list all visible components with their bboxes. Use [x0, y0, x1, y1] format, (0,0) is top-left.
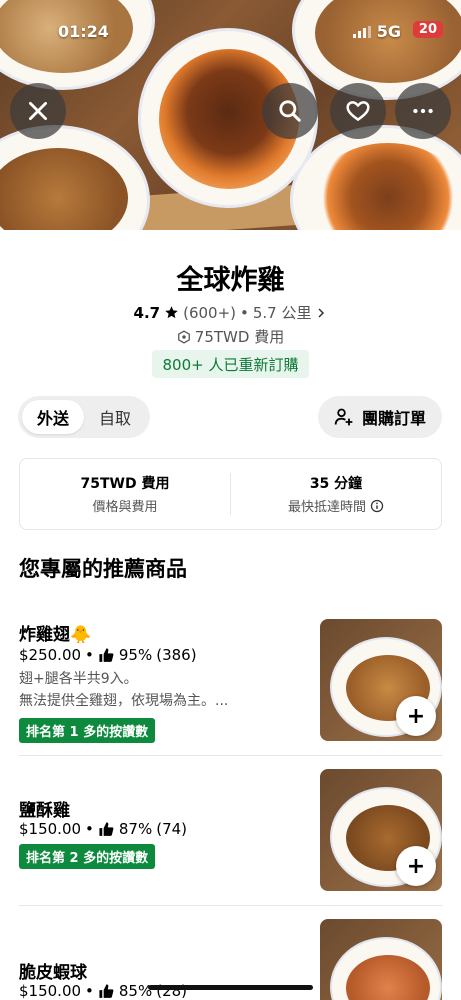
add-to-cart-button[interactable]: +	[396, 696, 436, 736]
food-plate	[292, 0, 461, 100]
network-type: 5G	[376, 22, 401, 41]
item-image	[320, 919, 442, 1000]
store-fee: 75TWD 費用	[0, 326, 461, 347]
reorder-badge: 800+ 人已重新訂購	[152, 350, 309, 378]
dot-separator: •	[85, 646, 94, 664]
item-price: $150.00	[19, 820, 82, 838]
dot-separator: •	[85, 820, 94, 838]
food-plate	[0, 125, 150, 230]
item-description-line: 無法提供全雞翅，依現場為主。...	[19, 693, 229, 709]
dot-separator: •	[85, 982, 94, 1000]
item-approval: 87%	[118, 820, 153, 838]
time-info-label: 最快抵達時間	[287, 500, 366, 515]
menu-item[interactable]: 鹽酥雞 $150.00 • 87% (74) 排名第 2 多的按讚數 +	[0, 768, 461, 904]
item-approval: 85%	[118, 982, 153, 1000]
fee-text: 75TWD 費用	[194, 328, 285, 346]
distance: 5.7 公里	[252, 304, 312, 322]
item-approval: 95%	[118, 646, 153, 664]
home-indicator[interactable]	[148, 985, 313, 990]
item-name: 炸雞翅🐥	[19, 625, 92, 645]
search-button[interactable]	[262, 83, 318, 139]
store-meta[interactable]: 4.7 (600+) • 5.7 公里	[0, 302, 461, 323]
mode-pickup[interactable]: 自取	[84, 400, 146, 434]
rating-value: 4.7	[133, 303, 161, 322]
item-price-row: $150.00 • 87% (74)	[19, 820, 187, 838]
item-price: $250.00	[19, 646, 82, 664]
thumbs-up-icon	[99, 821, 114, 836]
search-icon	[279, 100, 301, 122]
heart-icon	[346, 101, 370, 121]
info-icon	[370, 499, 384, 512]
item-description-line: 翅+腿各半共9入。	[19, 671, 138, 687]
add-to-cart-button[interactable]: +	[396, 846, 436, 886]
food-plate	[0, 0, 155, 90]
time-info-cell[interactable]: 35 分鐘 最快抵達時間	[230, 473, 441, 515]
fee-info-cell[interactable]: 75TWD 費用 價格與費用	[20, 459, 230, 529]
favorite-button[interactable]	[330, 83, 386, 139]
hero-image: 01:24 5G 20	[0, 0, 461, 230]
group-order-button[interactable]: 團購訂單	[317, 396, 442, 438]
item-name: 鹽酥雞	[19, 801, 70, 821]
star-icon	[165, 306, 178, 319]
thumbs-up-icon	[99, 983, 114, 998]
status-time: 01:24	[58, 22, 109, 41]
menu-item[interactable]: 炸雞翅🐥 $250.00 • 95% (386) 翅+腿各半共9入。 無法提供全…	[0, 618, 461, 754]
thumbs-up-icon	[99, 647, 114, 662]
add-person-icon	[334, 408, 353, 426]
close-icon	[29, 102, 47, 120]
item-votes: (74)	[156, 820, 188, 838]
status-network: 5G	[352, 22, 401, 41]
fee-info-value: 75TWD 費用	[80, 476, 170, 492]
item-name: 脆皮蝦球	[19, 963, 87, 983]
mode-delivery[interactable]: 外送	[22, 400, 84, 434]
fee-icon	[177, 329, 190, 344]
item-price: $150.00	[19, 982, 82, 1000]
item-description: 翅+腿各半共9入。 無法提供全雞翅，依現場為主。...	[19, 668, 299, 712]
chevron-right-icon	[318, 307, 325, 318]
store-name: 全球炸雞	[176, 265, 285, 296]
food-plate	[290, 125, 461, 230]
close-button[interactable]	[10, 83, 66, 139]
dot-separator: •	[240, 303, 249, 322]
time-info-value: 35 分鐘	[309, 476, 363, 492]
group-order-label: 團購訂單	[361, 409, 426, 428]
delivery-info-box: 75TWD 費用 價格與費用 35 分鐘 最快抵達時間	[19, 458, 442, 530]
time-info-label-row: 最快抵達時間	[288, 496, 384, 515]
divider	[19, 755, 442, 756]
more-icon	[413, 108, 433, 114]
signal-icon	[352, 25, 371, 38]
delivery-mode-toggle[interactable]: 外送 自取	[18, 396, 150, 438]
more-button[interactable]	[395, 83, 451, 139]
item-price-row: $250.00 • 95% (386)	[19, 646, 197, 664]
item-votes: (386)	[156, 646, 197, 664]
fee-info-label: 價格與費用	[92, 500, 158, 515]
item-rank-badge: 排名第 2 多的按讚數	[19, 844, 156, 869]
divider	[19, 905, 442, 906]
item-rank-badge: 排名第 1 多的按讚數	[19, 718, 156, 743]
section-title: 您專屬的推薦商品	[19, 557, 187, 581]
review-count: (600+)	[183, 303, 236, 322]
battery-indicator: 20	[412, 21, 443, 38]
